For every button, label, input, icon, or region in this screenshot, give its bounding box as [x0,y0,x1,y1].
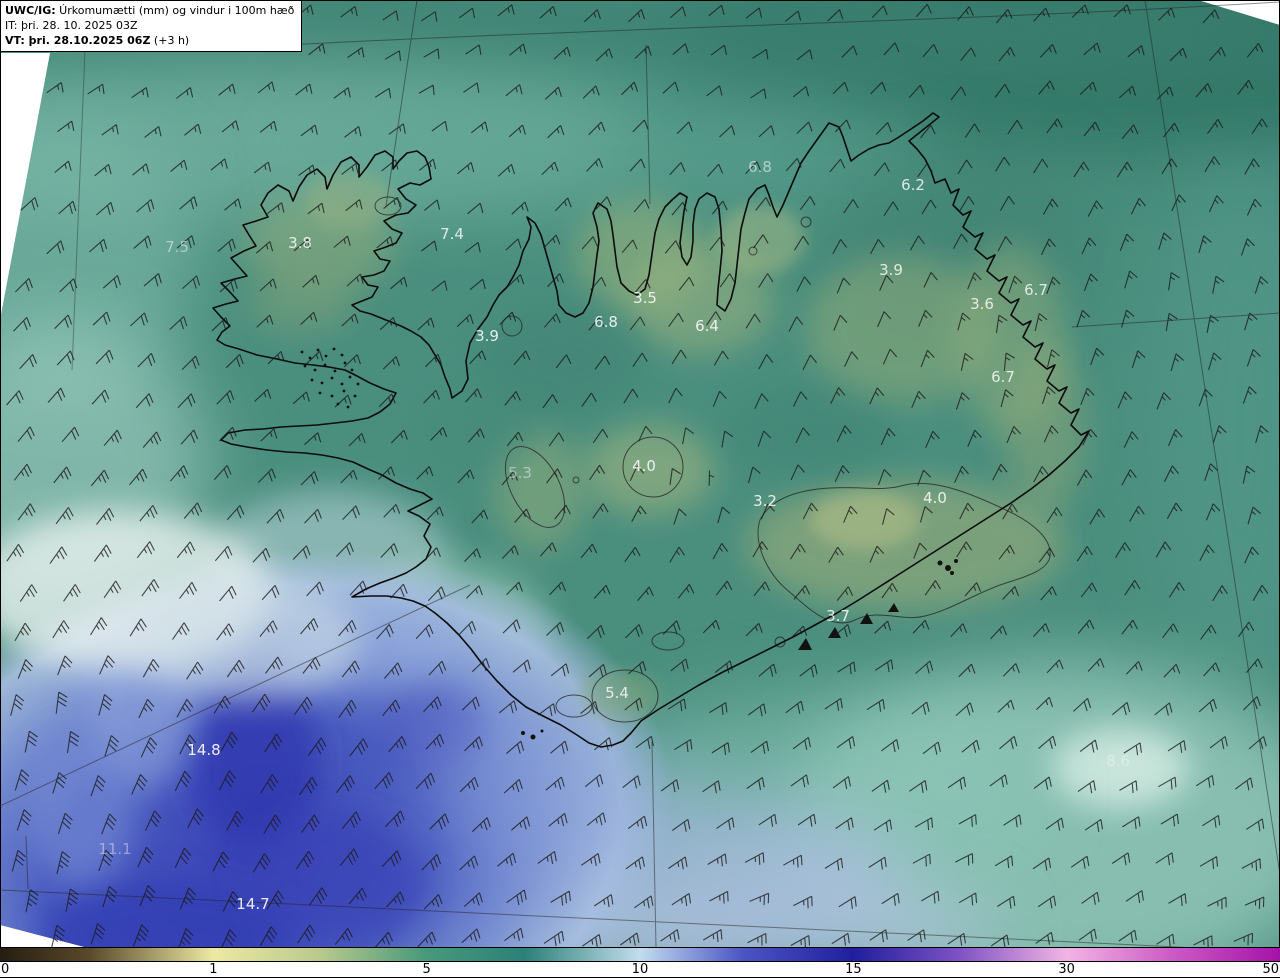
colorbar-tick-labels: 01510153050 [0,962,1280,977]
precip-value-label: 6.2 [901,176,925,194]
colorbar-tick: 10 [632,962,649,977]
precip-value-label: 3.8 [288,234,312,252]
precip-value-label: 4.0 [632,457,656,475]
precip-value-label: 3.6 [970,295,994,313]
colorbar-tick: 1 [209,962,217,977]
colorbar-tick: 50 [1262,962,1279,977]
colorbar-gradient [0,947,1280,962]
precip-value-label: 5.4 [605,684,629,702]
weather-map-page: 7.5 3.8 7.4 6.8 6.2 3.9 3.5 6.8 6.4 3.9 3.6 6.7 6.7 5… [0,0,1280,978]
title-line-product: UWC/IG: Úrkomumætti (mm) og vindur i 100… [5,3,294,18]
precip-value-label: 6.8 [594,313,618,331]
precip-value-label: 4.0 [923,489,947,507]
precip-value-label: 14.7 [236,895,269,913]
precip-value-label: 6.7 [991,368,1015,386]
precip-value-label: 6.7 [1024,281,1048,299]
precip-value-label: 6.8 [748,158,772,176]
title-line-init: IT: þri. 28. 10. 2025 03Z [5,18,294,33]
colorbar-tick: 30 [1058,962,1075,977]
precip-value-label: 3.7 [826,607,850,625]
precip-value-label: 7.5 [165,238,189,256]
colorbar-tick: 5 [422,962,430,977]
title-box: UWC/IG: Úrkomumætti (mm) og vindur i 100… [0,0,302,52]
precip-value-label: 5.3 [508,464,532,482]
precip-value-label: 8.6 [1106,752,1130,770]
precip-value-label: 3.5 [633,289,657,307]
weather-map-canvas: 7.5 3.8 7.4 6.8 6.2 3.9 3.5 6.8 6.4 3.9 3.6 6.7 6.7 5… [0,0,1280,948]
precip-value-label: 14.8 [187,741,220,759]
colorbar-tick: 15 [845,962,862,977]
precip-colorbar: 01510153050 [0,947,1280,978]
precip-value-label: 3.9 [475,327,499,345]
title-line-valid: VT: þri. 28.10.2025 06Z (+3 h) [5,33,294,48]
precip-value-label: 11.1 [98,840,131,858]
precip-value-label: 3.9 [879,261,903,279]
precip-value-label: 7.4 [440,225,464,243]
colorbar-tick: 0 [1,962,9,977]
precip-value-label: 6.4 [695,317,719,335]
precip-value-label: 3.2 [753,492,777,510]
